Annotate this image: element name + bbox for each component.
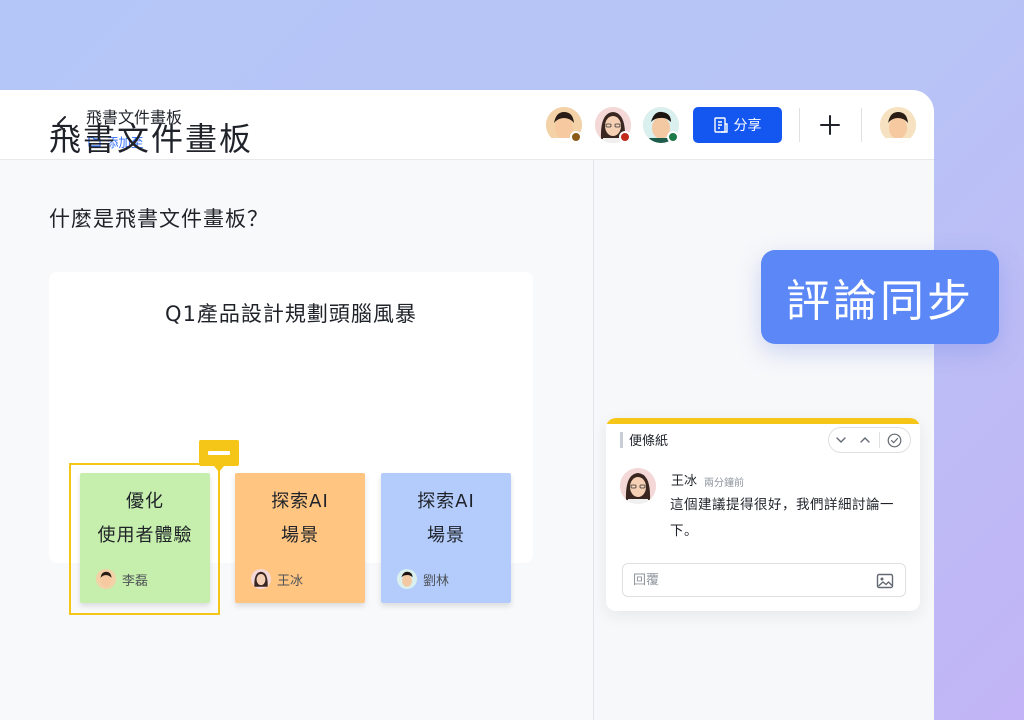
card-label: 便條紙: [629, 434, 669, 449]
comment-sync-callout: 評論同步: [761, 250, 999, 344]
comment-marker-icon[interactable]: [198, 438, 240, 474]
author-avatar: [251, 569, 271, 589]
sticky-author-name: 王冰: [277, 573, 304, 589]
board-title: Q1產品設計規劃頭腦風暴: [165, 302, 417, 326]
sticky-author-name: 劉林: [423, 573, 450, 589]
comment-toolbar: [828, 427, 911, 453]
image-icon[interactable]: [876, 572, 894, 590]
card-label-marker: [620, 432, 623, 448]
document-heading: 飛書文件畫板: [49, 120, 254, 158]
share-button[interactable]: 分享: [693, 107, 782, 143]
sticky-note-line: 場景: [281, 525, 319, 546]
avatar-female-icon: [620, 468, 656, 504]
comment-text: 這個建議提得很好，我們詳細討論一下。: [670, 497, 894, 539]
author-avatar: [397, 569, 417, 589]
sticky-note-line: 探索AI: [417, 491, 475, 512]
status-dot: [619, 131, 631, 143]
avatar-female-icon: [251, 569, 271, 589]
next-comment-button[interactable]: [829, 428, 853, 452]
status-dot: [667, 131, 679, 143]
sticky-author: 劉林: [397, 569, 449, 589]
sticky-note-line: 探索AI: [271, 491, 329, 512]
selection-frame: [69, 463, 220, 615]
reply-box[interactable]: [622, 563, 906, 597]
check-circle-icon: [887, 433, 901, 447]
current-user-avatar[interactable]: [880, 107, 916, 143]
card-accent-bar: [606, 418, 920, 424]
plus-icon[interactable]: [819, 114, 841, 136]
comment-author: 王冰: [671, 474, 698, 489]
reply-input[interactable]: [633, 570, 853, 590]
toolbar-divider: [799, 108, 800, 142]
comment-card: 便條紙 王冰 兩分鐘前 這個建議提得很好，我們詳細討論一下。 回覆: [606, 418, 920, 611]
sticky-note-line: 場景: [427, 525, 465, 546]
toolbar-divider: [879, 432, 880, 448]
avatar-male-icon: [397, 569, 417, 589]
share-doc-icon: [713, 117, 728, 133]
chevron-up-icon: [860, 437, 870, 443]
sticky-note[interactable]: 探索AI 場景 劉林: [381, 473, 511, 603]
toolbar-divider: [861, 108, 862, 142]
share-label: 分享: [733, 118, 762, 134]
sticky-note[interactable]: 探索AI 場景 王冰: [235, 473, 365, 603]
prev-comment-button[interactable]: [853, 428, 877, 452]
sticky-author: 王冰: [251, 569, 303, 589]
document-question: 什麼是飛書文件畫板？: [49, 207, 269, 231]
chevron-down-icon: [836, 437, 846, 443]
avatar-male-icon: [880, 107, 916, 143]
status-dot: [570, 131, 582, 143]
comment-author-avatar: [620, 468, 656, 504]
comment-time: 兩分鐘前: [704, 478, 744, 489]
resolve-button[interactable]: [882, 428, 906, 452]
